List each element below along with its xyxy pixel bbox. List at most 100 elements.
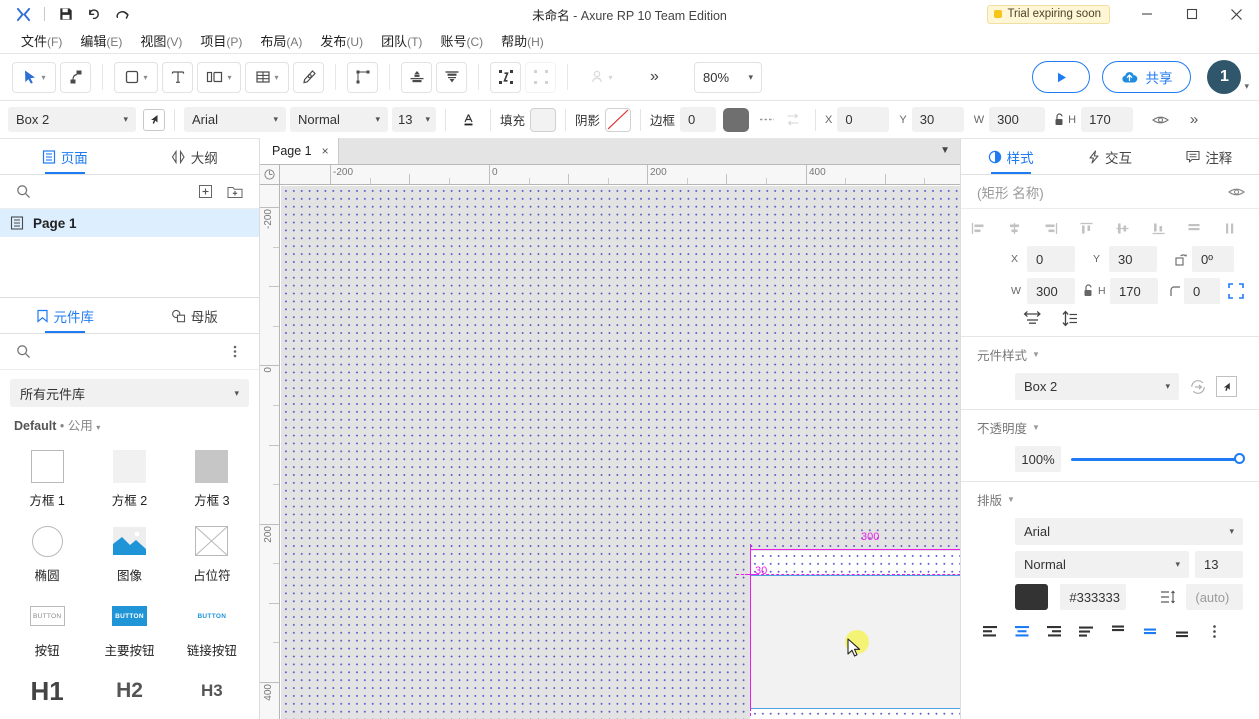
library-options-button[interactable] <box>225 342 245 362</box>
widget-visibility-toggle[interactable] <box>1228 186 1245 198</box>
library-breadcrumb-public[interactable]: 公用 <box>68 419 93 433</box>
menu-project[interactable]: 项目(P) <box>191 28 251 53</box>
font-weight-caret-icon[interactable]: ▾ <box>375 114 380 125</box>
table-tool-caret-icon[interactable]: ▾ <box>274 73 278 82</box>
typography-section-caret-icon[interactable]: ▼ <box>1007 495 1015 504</box>
menu-account[interactable]: 账号(C) <box>431 28 492 53</box>
text-align-right-button[interactable] <box>1041 620 1067 642</box>
opacity-slider-knob[interactable] <box>1234 453 1245 464</box>
masters-caret-icon[interactable]: ▾ <box>608 73 612 82</box>
menu-file[interactable]: 文件(F) <box>12 28 71 53</box>
tab-notes[interactable]: 注释 <box>1160 139 1259 174</box>
account-menu[interactable]: 1 ▾ <box>1207 60 1249 94</box>
redo-icon[interactable] <box>109 3 135 25</box>
opacity-slider[interactable] <box>1071 458 1239 461</box>
canvas-viewport[interactable]: 300 30 x: 0 y: 30 w: 300 h: 170 <box>260 165 960 719</box>
text-align-justify-button[interactable] <box>1073 620 1099 642</box>
h-input[interactable]: 170 <box>1081 107 1133 132</box>
border-style-button[interactable] <box>754 107 780 132</box>
undo-icon[interactable] <box>81 3 107 25</box>
menu-publish[interactable]: 发布(U) <box>311 28 372 53</box>
align-center-button[interactable] <box>1001 217 1027 239</box>
table-tool-button[interactable]: ▾ <box>245 62 289 93</box>
text-valign-top-button[interactable] <box>1105 620 1131 642</box>
widget-box2[interactable]: 方框 2 <box>88 442 170 517</box>
corner-radius-input[interactable]: 0 <box>1184 278 1220 304</box>
border-color-swatch[interactable] <box>723 108 749 132</box>
pen-tool-button[interactable] <box>293 62 324 93</box>
canvas-stage[interactable]: 300 30 x: 0 y: 30 w: 300 h: 170 <box>281 186 960 719</box>
widget-style-caret-icon[interactable]: ▾ <box>123 114 128 125</box>
border-width-input[interactable]: 0 <box>680 107 716 132</box>
avatar-caret-icon[interactable]: ▾ <box>1244 81 1249 92</box>
widget-box1[interactable]: 方框 1 <box>6 442 88 517</box>
toolbar-overflow-button[interactable]: » <box>639 62 670 93</box>
canvas-tab-close-icon[interactable]: × <box>322 144 329 158</box>
apply-style-icon[interactable] <box>1190 379 1206 395</box>
save-icon[interactable] <box>53 3 79 25</box>
ruler-origin-button[interactable] <box>260 165 280 185</box>
align-bottom-button[interactable] <box>1145 217 1171 239</box>
autofit-height-icon[interactable] <box>1060 310 1079 327</box>
text-align-left-button[interactable] <box>977 620 1003 642</box>
canvas-tabs-menu-icon[interactable]: ▼ <box>940 145 950 156</box>
font-family-caret-right-icon[interactable]: ▾ <box>1229 526 1234 537</box>
x-input[interactable]: 0 <box>837 107 889 132</box>
text-align-center-button[interactable] <box>1009 620 1035 642</box>
tab-masters[interactable]: 母版 <box>130 298 260 333</box>
rotation-input[interactable]: 0º <box>1192 246 1234 272</box>
text-tool-button[interactable] <box>162 62 193 93</box>
font-family-caret-icon[interactable]: ▾ <box>273 114 278 125</box>
text-valign-bottom-button[interactable] <box>1169 620 1195 642</box>
widget-style-select-right[interactable]: Box 2 ▾ <box>1015 373 1179 400</box>
add-page-button[interactable] <box>195 182 215 202</box>
arrow-style-button[interactable] <box>780 107 806 132</box>
text-valign-middle-button[interactable] <box>1137 620 1163 642</box>
tab-pages[interactable]: 页面 <box>0 139 130 174</box>
w-input-right[interactable]: 300 <box>1027 278 1075 304</box>
style-picker-button[interactable] <box>143 109 165 131</box>
font-family-select-right[interactable]: Arial ▾ <box>1015 518 1243 545</box>
h-input-right[interactable]: 170 <box>1110 278 1158 304</box>
align-button[interactable] <box>401 62 432 93</box>
autofit-width-icon[interactable] <box>1023 310 1042 327</box>
vertical-ruler[interactable]: -200 0 200 400 <box>260 165 280 719</box>
minimize-button[interactable] <box>1124 0 1169 28</box>
widget-button[interactable]: BUTTON 按钮 <box>6 592 88 667</box>
tab-style[interactable]: 样式 <box>961 139 1060 174</box>
create-style-button[interactable] <box>1216 376 1237 397</box>
library-breadcrumb-default[interactable]: Default <box>14 419 56 433</box>
share-button[interactable]: 共享 <box>1102 61 1191 93</box>
align-middle-button[interactable] <box>1109 217 1135 239</box>
connector-tool-button[interactable] <box>60 62 91 93</box>
tab-widget-library[interactable]: 元件库 <box>0 298 130 333</box>
dynamic-panel-tool-button[interactable]: ▾ <box>197 62 241 93</box>
widget-style-section-caret-icon[interactable]: ▼ <box>1032 350 1040 359</box>
tab-interaction[interactable]: 交互 <box>1060 139 1159 174</box>
opacity-input[interactable]: 100% <box>1015 446 1061 472</box>
font-weight-select-right[interactable]: Normal ▾ <box>1015 551 1189 578</box>
library-breadcrumb-caret-icon[interactable]: ▾ <box>96 423 100 432</box>
maximize-button[interactable] <box>1169 0 1214 28</box>
font-size-select[interactable]: 13 ▾ <box>392 107 436 132</box>
lock-aspect-ratio-icon[interactable] <box>1050 107 1068 132</box>
x-input-right[interactable]: 0 <box>1027 246 1075 272</box>
menu-help[interactable]: 帮助(H) <box>492 28 553 53</box>
widget-h2[interactable]: H2 <box>88 667 170 717</box>
corner-select-button[interactable] <box>1228 283 1244 299</box>
widget-primary-button[interactable]: BUTTON 主要按钮 <box>88 592 170 667</box>
font-family-select[interactable]: Arial ▾ <box>184 107 286 132</box>
close-button[interactable] <box>1214 0 1259 28</box>
widget-h3[interactable]: H3 <box>171 667 253 717</box>
menu-team[interactable]: 团队(T) <box>372 28 431 53</box>
menu-layout[interactable]: 布局(A) <box>251 28 311 53</box>
w-input[interactable]: 300 <box>989 107 1045 132</box>
rectangle-tool-button[interactable]: ▾ <box>114 62 158 93</box>
line-height-input[interactable]: (auto) <box>1186 584 1243 610</box>
group-button[interactable] <box>490 62 521 93</box>
widget-image[interactable]: 图像 <box>88 517 170 592</box>
library-select-caret-icon[interactable]: ▾ <box>234 388 239 399</box>
dynamic-panel-caret-icon[interactable]: ▾ <box>227 73 231 82</box>
select-tool-caret-icon[interactable]: ▾ <box>41 73 45 82</box>
library-select[interactable]: 所有元件库 ▾ <box>10 379 249 407</box>
